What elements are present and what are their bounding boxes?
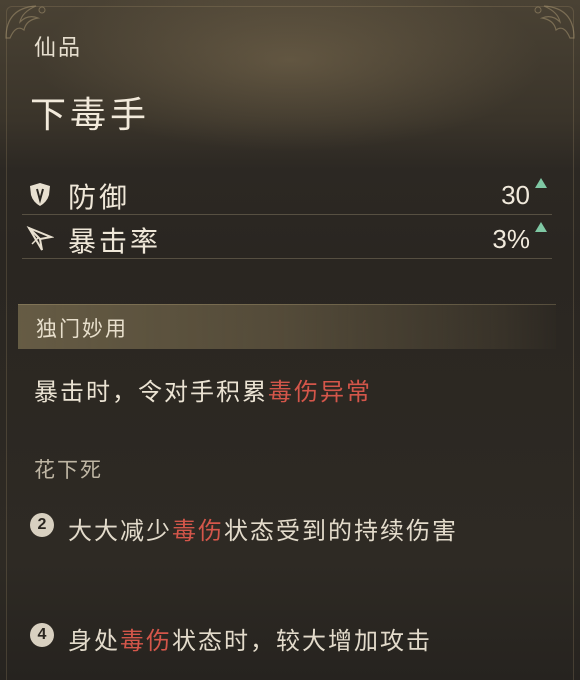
bonus-text: 状态受到的持续伤害 (224, 517, 458, 545)
stat-row-defense: 防御 30 (22, 174, 552, 215)
effect-highlight: 毒伤异常 (268, 378, 372, 406)
item-tooltip-panel: 仙品 下毒手 防御 30 暴击率 3% 独门妙用 暴击时，令对手积累毒伤异常 花… (0, 0, 580, 680)
item-rarity: 仙品 (34, 36, 83, 61)
stat-up-arrow-icon (534, 218, 548, 232)
set-bonus-title: 花下死 (34, 458, 103, 482)
unique-effect-text: 暴击时，令对手积累毒伤异常 (34, 372, 372, 407)
piece-count-badge: 2 (30, 513, 54, 537)
effect-text: 暴击时，令对手积累 (34, 378, 268, 406)
bonus-highlight: 毒伤 (172, 517, 224, 545)
bonus-text: 大大减少 (68, 517, 172, 545)
unique-effect-header: 独门妙用 (18, 304, 556, 349)
stat-row-crit-rate: 暴击率 3% (22, 218, 552, 259)
set-bonus-text: 大大减少毒伤状态受到的持续伤害 (68, 508, 548, 554)
stat-value: 3% (492, 224, 530, 254)
stat-value: 30 (501, 180, 530, 210)
section-title: 独门妙用 (36, 317, 128, 341)
bonus-text: 身处 (68, 627, 120, 655)
ornament-corner-icon (518, 2, 578, 42)
bonus-text: 状态时，较大增加攻击 (172, 627, 432, 655)
set-bonus-text: 身处毒伤状态时，较大增加攻击 (68, 618, 548, 664)
item-name: 下毒手 (30, 95, 151, 136)
bonus-highlight: 毒伤 (120, 627, 172, 655)
stat-up-arrow-icon (534, 174, 548, 188)
crit-blade-icon (26, 224, 55, 252)
shield-icon (26, 180, 54, 208)
stat-label: 防御 (68, 181, 131, 214)
piece-count-badge: 4 (30, 623, 54, 647)
stat-label: 暴击率 (68, 225, 162, 258)
